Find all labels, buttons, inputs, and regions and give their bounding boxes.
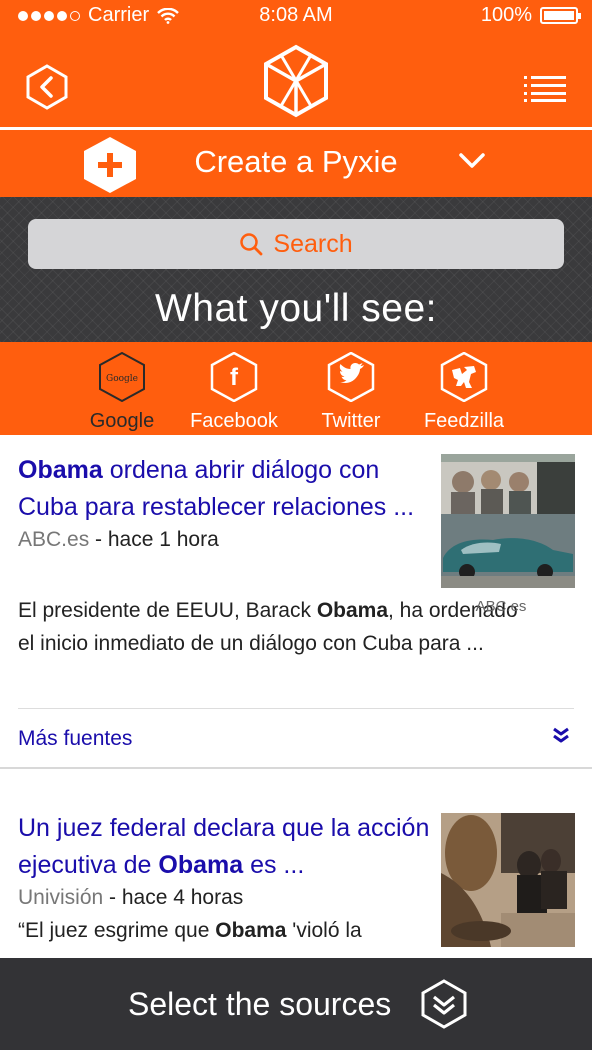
create-pyxie-bar[interactable]: Create a Pyxie (0, 130, 592, 197)
article-2-headline[interactable]: Un juez federal declara que la acción ej… (18, 810, 433, 884)
search-icon (240, 233, 263, 256)
double-chevron-icon[interactable] (552, 727, 570, 743)
article-1-thumbnail[interactable] (441, 454, 575, 588)
article-1-meta: ABC.es - hace 1 hora (18, 528, 219, 551)
source-feedzilla[interactable]: Feedzilla (416, 351, 512, 433)
select-sources-bar[interactable]: Select the sources (0, 958, 592, 1050)
battery-indicator: 100% (480, 4, 581, 27)
feedzilla-hex-icon (440, 351, 488, 403)
article-2-snippet: “El juez esgrime que Obama 'violó la (18, 919, 362, 942)
source-facebook[interactable]: f Facebook (184, 351, 284, 433)
article-1-thumb-caption: ABC.es (475, 598, 527, 615)
article-2-thumbnail[interactable] (441, 813, 575, 947)
pyxie-logo-icon (264, 44, 328, 118)
select-sources-label: Select the sources (128, 986, 392, 1022)
battery-icon (540, 7, 581, 24)
article-2-text: Un juez federal declara que la acción ej… (18, 810, 433, 947)
chevron-down-icon[interactable] (458, 152, 486, 170)
source-google[interactable]: Google Google (82, 351, 162, 433)
facebook-hex-icon: f (210, 351, 258, 403)
battery-percent: 100% (480, 4, 532, 26)
menu-icon[interactable] (524, 76, 566, 102)
what-youll-see-title: What you'll see: (154, 287, 438, 330)
article-separator (0, 767, 592, 769)
source-twitter[interactable]: Twitter (306, 351, 396, 433)
article-2-meta: Univisión - hace 4 horas (18, 886, 244, 909)
google-hex-icon: Google (99, 351, 145, 403)
source-twitter-label: Twitter (321, 410, 381, 432)
twitter-hex-icon (327, 351, 375, 403)
svg-text:f: f (230, 364, 239, 391)
svg-text:Google: Google (106, 374, 138, 384)
search-label: Search (273, 229, 353, 258)
more-sources-link[interactable]: Más fuentes (18, 727, 132, 751)
source-google-label: Google (89, 410, 155, 432)
source-feedzilla-label: Feedzilla (423, 410, 505, 432)
more-sources-row[interactable]: Más fuentes (18, 708, 574, 767)
create-pyxie-label: Create a Pyxie (194, 144, 398, 179)
source-facebook-label: Facebook (190, 410, 278, 432)
article-1-text: Obama ordena abrir diálogo con Cuba para… (18, 452, 438, 552)
back-icon[interactable] (24, 64, 70, 110)
status-bar: Carrier 8:08 AM 100% (0, 0, 592, 34)
double-chevron-hex-icon[interactable] (420, 979, 468, 1029)
search-area: Search What you'll see: (0, 197, 592, 342)
nav-bar (0, 34, 592, 127)
search-button[interactable]: Search (28, 219, 564, 269)
sources-bar: Google Google f Facebook Twitter Feedzil… (0, 342, 592, 435)
article-1-headline[interactable]: Obama ordena abrir diálogo con Cuba para… (18, 452, 438, 526)
